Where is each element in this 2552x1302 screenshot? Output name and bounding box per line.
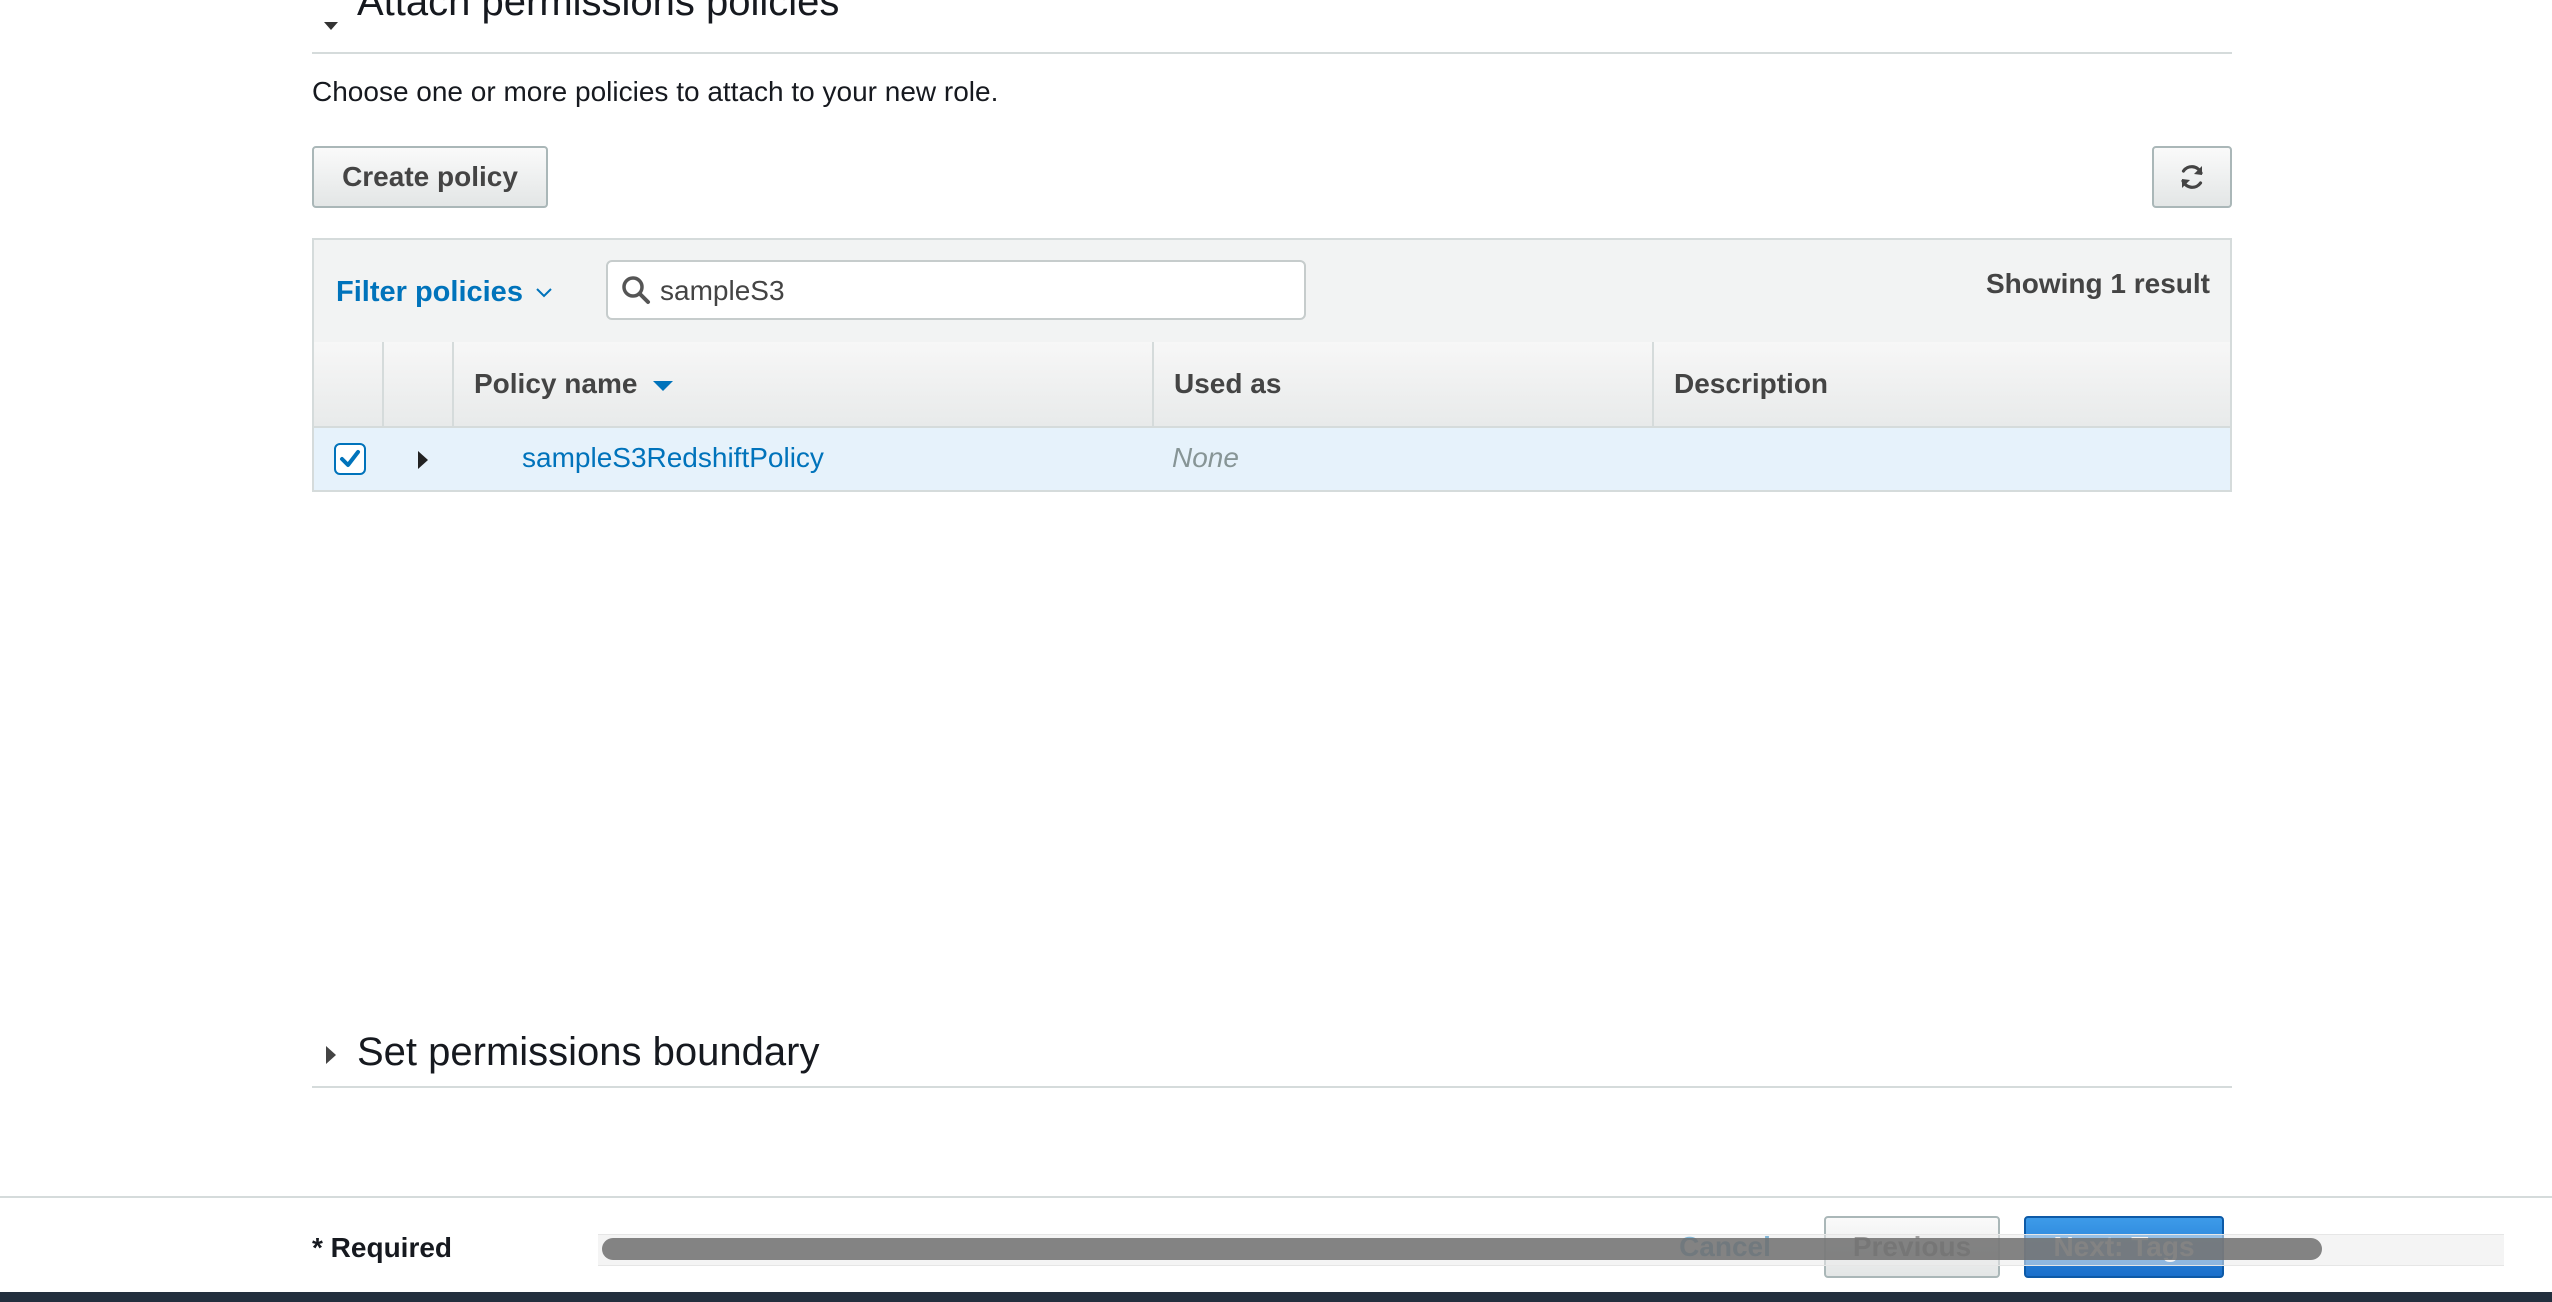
description-column-header[interactable]: Description <box>1654 342 2230 426</box>
policy-name-column-header[interactable]: Policy name <box>454 342 1154 426</box>
policy-name-header-label: Policy name <box>474 368 638 399</box>
policy-name-link[interactable]: sampleS3RedshiftPolicy <box>522 442 824 474</box>
caret-right-icon <box>326 1046 336 1064</box>
horizontal-scrollbar-thumb[interactable] <box>602 1238 2322 1260</box>
permissions-boundary-header[interactable]: Set permissions boundary <box>312 1008 2232 1088</box>
attach-policies-header[interactable]: Attach permissions policies <box>312 0 2232 54</box>
results-count: Showing 1 result <box>1985 268 2210 299</box>
search-icon <box>622 276 650 304</box>
search-box[interactable] <box>606 260 1306 320</box>
sort-descending-icon[interactable] <box>653 380 674 391</box>
filter-label: Filter policies <box>336 276 523 308</box>
create-policy-button[interactable]: Create policy <box>312 146 548 208</box>
search-input[interactable] <box>658 270 1282 312</box>
section-title: Attach permissions policies <box>357 0 840 24</box>
wizard-footer: * Required Cancel Previous Next: Tags <box>0 1196 2552 1294</box>
policies-table: Filter policies Showing 1 result Policy … <box>312 238 2232 492</box>
used-as-header-label: Used as <box>1174 368 1282 399</box>
used-as-column-header[interactable]: Used as <box>1154 342 1654 426</box>
description-header-label: Description <box>1674 368 1829 399</box>
refresh-icon <box>2181 165 2203 189</box>
caret-down-icon <box>324 22 338 30</box>
boundary-title: Set permissions boundary <box>357 1030 820 1074</box>
used-as-value: None <box>1172 442 1239 473</box>
filter-policies-dropdown[interactable]: Filter policies <box>336 276 553 309</box>
table-toolbar: Filter policies Showing 1 result <box>314 240 2230 344</box>
expand-row-icon[interactable] <box>418 451 428 469</box>
select-column-header <box>314 342 384 426</box>
expand-column-header <box>384 342 454 426</box>
section-subtitle: Choose one or more policies to attach to… <box>312 76 999 107</box>
row-checkbox[interactable] <box>334 443 366 475</box>
refresh-button[interactable] <box>2152 146 2232 208</box>
required-note: * Required <box>312 1232 453 1263</box>
console-bottom-bar <box>0 1292 2552 1302</box>
chevron-down-icon <box>536 287 552 297</box>
table-header-row: Policy name Used as Description <box>314 342 2230 428</box>
table-row[interactable]: sampleS3RedshiftPolicy None <box>314 428 2230 490</box>
checkmark-icon <box>340 450 360 467</box>
